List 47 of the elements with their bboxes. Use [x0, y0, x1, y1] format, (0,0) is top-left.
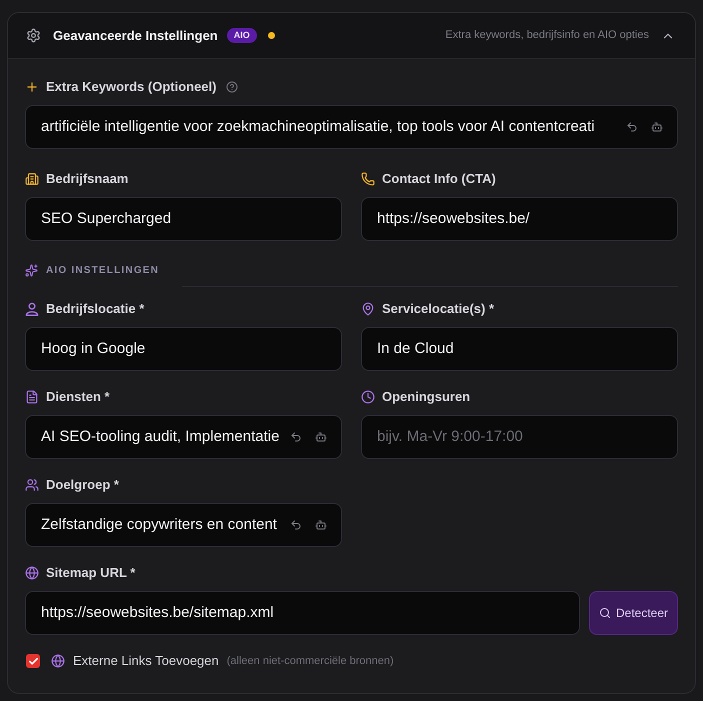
- clock-icon: [361, 390, 375, 404]
- checkbox[interactable]: [26, 654, 40, 668]
- field-label: Extra Keywords (Optioneel): [46, 78, 216, 96]
- text-field[interactable]: In de Cloud: [361, 327, 678, 371]
- search-icon: [598, 607, 611, 619]
- undo-icon[interactable]: [626, 121, 638, 133]
- text-field[interactable]: bijv. Ma-Vr 9:00-17:00: [361, 415, 678, 459]
- robot-icon[interactable]: [651, 121, 663, 133]
- checkbox-hint: (alleen niet-commerciële bronnen): [226, 654, 394, 669]
- text-field[interactable]: artificiële intelligentie voor zoekmachineoptimalisatie, top tools voor AI contentcreati: [25, 105, 678, 149]
- field-label: Doelgroep *: [46, 476, 119, 494]
- person-icon: [25, 302, 39, 316]
- plus-icon: [25, 80, 39, 94]
- text-field[interactable]: SEO Supercharged: [25, 197, 342, 241]
- text-field[interactable]: https://seowebsites.be/sitemap.xml: [25, 591, 580, 635]
- section-title: Geavanceerde Instellingen: [53, 26, 218, 45]
- checkbox-label[interactable]: Externe Links Toevoegen: [73, 651, 219, 671]
- section-heading: AIO INSTELLINGEN: [46, 264, 160, 278]
- text-field[interactable]: https://seowebsites.be/: [361, 197, 678, 241]
- text-field[interactable]: Hoog in Google: [25, 327, 342, 371]
- aio-badge: AIO: [226, 28, 257, 43]
- field-label: Bedrijfsnaam: [46, 170, 128, 188]
- globe-icon: [51, 654, 65, 668]
- undo-icon[interactable]: [290, 431, 302, 443]
- text-field[interactable]: Zelfstandige copywriters en content: [25, 503, 342, 547]
- globe-icon: [25, 566, 39, 580]
- field-label: Bedrijfslocatie *: [46, 300, 144, 318]
- users-icon: [25, 478, 39, 492]
- detect-button[interactable]: Detecteer: [589, 591, 678, 635]
- sparkles-icon: [25, 264, 38, 276]
- field-label: Contact Info (CTA): [382, 170, 496, 188]
- building-icon: [25, 172, 39, 186]
- phone-icon: [361, 172, 375, 186]
- document-icon: [25, 390, 39, 404]
- field-label: Servicelocatie(s) *: [382, 300, 494, 318]
- card-header[interactable]: Geavanceerde Instellingen AIO Extra keywords, bedrijfsinfo en AIO opties: [8, 13, 695, 59]
- field-label: Openingsuren: [382, 388, 470, 406]
- undo-icon[interactable]: [290, 519, 302, 531]
- field-label: Sitemap URL *: [46, 564, 136, 582]
- field-label: Diensten *: [46, 388, 110, 406]
- map-pin-icon: [361, 302, 375, 316]
- help-icon[interactable]: [226, 81, 238, 93]
- robot-icon[interactable]: [315, 431, 327, 443]
- text-field[interactable]: AI SEO-tooling audit, Implementatie: [25, 415, 342, 459]
- section-subtitle: Extra keywords, bedrijfsinfo en AIO opties: [445, 28, 649, 44]
- robot-icon[interactable]: [315, 519, 327, 531]
- settings-icon: [26, 28, 41, 43]
